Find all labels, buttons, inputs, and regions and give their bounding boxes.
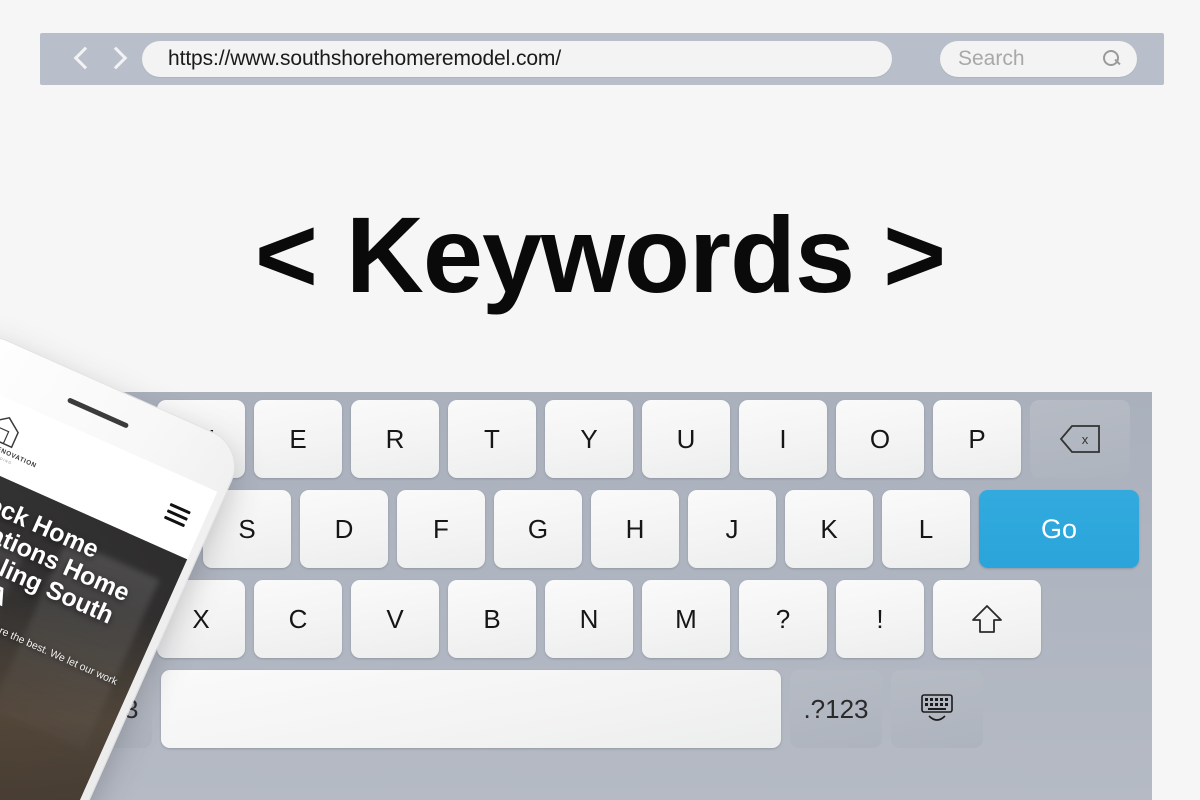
- key-e[interactable]: E: [254, 400, 342, 478]
- key-f[interactable]: F: [397, 490, 485, 568]
- search-icon[interactable]: [1103, 50, 1121, 68]
- search-placeholder: Search: [958, 47, 1025, 70]
- key-y[interactable]: Y: [545, 400, 633, 478]
- browser-toolbar: https://www.southshorehomeremodel.com/ S…: [40, 33, 1164, 85]
- address-bar-text: https://www.southshorehomeremodel.com/: [168, 47, 562, 70]
- keyboard-row-4: .?123 .?123: [48, 670, 1152, 748]
- keyboard-dismiss-icon: [916, 691, 958, 727]
- key-p[interactable]: P: [933, 400, 1021, 478]
- shift-icon: [970, 603, 1004, 635]
- key-space[interactable]: [161, 670, 781, 748]
- key-exclamation[interactable]: !: [836, 580, 924, 658]
- key-d[interactable]: D: [300, 490, 388, 568]
- search-box[interactable]: Search: [940, 41, 1137, 77]
- svg-text:x: x: [1082, 432, 1089, 447]
- page-root: https://www.southshorehomeremodel.com/ S…: [0, 0, 1200, 800]
- backspace-icon: x: [1059, 424, 1101, 454]
- key-question[interactable]: ?: [739, 580, 827, 658]
- key-shift[interactable]: [933, 580, 1041, 658]
- key-r[interactable]: R: [351, 400, 439, 478]
- key-go[interactable]: Go: [979, 490, 1139, 568]
- key-i[interactable]: I: [739, 400, 827, 478]
- house-icon: [0, 409, 26, 450]
- phone-speaker: [66, 397, 130, 429]
- key-m[interactable]: M: [642, 580, 730, 658]
- keyboard-row-3: Z X C V B N M ? !: [48, 580, 1152, 658]
- key-numeric[interactable]: .?123: [790, 670, 882, 748]
- back-arrow-icon[interactable]: [74, 44, 91, 74]
- key-h[interactable]: H: [591, 490, 679, 568]
- navigation-arrows: [54, 44, 136, 74]
- key-l[interactable]: L: [882, 490, 970, 568]
- key-u[interactable]: U: [642, 400, 730, 478]
- key-k[interactable]: K: [785, 490, 873, 568]
- key-t[interactable]: T: [448, 400, 536, 478]
- key-backspace[interactable]: x: [1030, 400, 1130, 478]
- key-n[interactable]: N: [545, 580, 633, 658]
- address-bar[interactable]: https://www.southshorehomeremodel.com/: [142, 41, 892, 77]
- key-j[interactable]: J: [688, 490, 776, 568]
- key-dismiss-keyboard[interactable]: [891, 670, 983, 748]
- page-title: < Keywords >: [254, 194, 946, 315]
- key-g[interactable]: G: [494, 490, 582, 568]
- key-v[interactable]: V: [351, 580, 439, 658]
- key-b[interactable]: B: [448, 580, 536, 658]
- forward-arrow-icon[interactable]: [105, 44, 122, 74]
- site-logo[interactable]: HANCOCK RENOVATION HOME BUILDING: [0, 398, 51, 475]
- hamburger-menu-icon[interactable]: [164, 502, 192, 527]
- key-c[interactable]: C: [254, 580, 342, 658]
- key-o[interactable]: O: [836, 400, 924, 478]
